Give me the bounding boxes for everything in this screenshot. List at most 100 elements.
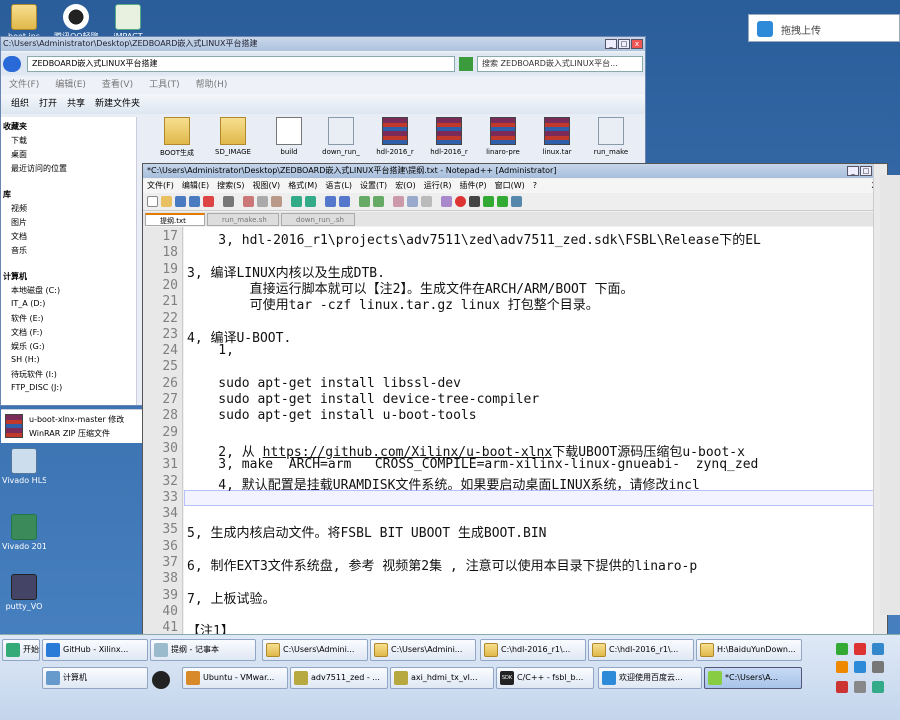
nav-downloads[interactable]: 下载 xyxy=(11,135,27,146)
file-item[interactable]: down_run_ xyxy=(315,117,367,156)
tray-icon-8[interactable] xyxy=(854,681,866,693)
nav-documents[interactable]: 文档 xyxy=(11,231,27,242)
save-icon[interactable] xyxy=(175,196,186,207)
close-button[interactable]: x xyxy=(631,39,643,49)
desktop-icon-vivado[interactable]: Vivado 2015. xyxy=(2,514,46,551)
file-item[interactable]: BOOT生成 xyxy=(151,117,203,158)
menu-file[interactable]: 文件(F) xyxy=(9,80,39,90)
cut-icon[interactable] xyxy=(243,196,254,207)
macro-icon[interactable] xyxy=(441,196,452,207)
menu-item[interactable]: 搜索(S) xyxy=(217,181,244,190)
nav-drive-e[interactable]: 软件 (E:) xyxy=(11,313,44,324)
refresh-icon[interactable] xyxy=(459,57,473,71)
menu-item[interactable]: 设置(T) xyxy=(360,181,387,190)
copy-icon[interactable] xyxy=(257,196,268,207)
menu-item[interactable]: 格式(M) xyxy=(288,181,317,190)
file-item[interactable]: SD_IMAGE xyxy=(207,117,259,156)
find-icon[interactable] xyxy=(325,196,336,207)
task-baidu[interactable]: 欢迎使用百度云... xyxy=(598,667,702,689)
zoom-out-icon[interactable] xyxy=(373,196,384,207)
qq-tray-icon[interactable] xyxy=(152,671,170,689)
paste-icon[interactable] xyxy=(271,196,282,207)
save-all-icon[interactable] xyxy=(189,196,200,207)
tray-icon-5[interactable] xyxy=(854,661,866,673)
nav-computer[interactable]: 计算机 xyxy=(3,271,27,282)
menu-edit[interactable]: 编辑(E) xyxy=(55,80,86,90)
wrap-icon[interactable] xyxy=(407,196,418,207)
organize-button[interactable]: 组织 xyxy=(11,99,29,109)
nav-recent[interactable]: 最近访问的位置 xyxy=(11,163,67,174)
close-file-icon[interactable] xyxy=(203,196,214,207)
save-macro-icon[interactable] xyxy=(511,196,522,207)
menu-tools[interactable]: 工具(T) xyxy=(149,80,180,90)
replace-icon[interactable] xyxy=(339,196,350,207)
menu-help[interactable]: 帮助(H) xyxy=(196,80,228,90)
task-computer[interactable]: 计算机 xyxy=(42,667,148,689)
maximize-button[interactable]: □ xyxy=(618,39,630,49)
tab-outline[interactable]: 提纲.txt xyxy=(145,213,205,226)
menu-item[interactable]: 宏(O) xyxy=(395,181,416,190)
nav-drive-d[interactable]: IT_A (D:) xyxy=(11,299,45,308)
nav-drive-c[interactable]: 本地磁盘 (C:) xyxy=(11,285,60,296)
desktop-icon-putty[interactable]: putty_VO xyxy=(2,574,46,611)
nav-favorites[interactable]: 收藏夹 xyxy=(3,121,27,132)
nav-music[interactable]: 音乐 xyxy=(11,245,27,256)
address-input[interactable]: ZEDBOARD嵌入式LINUX平台搭建 xyxy=(27,56,455,72)
new-file-icon[interactable] xyxy=(147,196,158,207)
task-vivado[interactable]: adv7511_zed - ... xyxy=(290,667,388,689)
menu-item[interactable]: 运行(R) xyxy=(424,181,452,190)
menu-item[interactable]: ? xyxy=(533,181,537,190)
open-button[interactable]: 打开 xyxy=(39,99,57,109)
nav-drive-j[interactable]: FTP_DISC (J:) xyxy=(11,383,62,392)
task-explorer-1[interactable]: C:\Users\Admini... xyxy=(262,639,368,661)
play-multiple-icon[interactable] xyxy=(497,196,508,207)
file-item[interactable]: hdl-2016_r xyxy=(423,117,475,156)
tray-icon-9[interactable] xyxy=(872,681,884,693)
stop-icon[interactable] xyxy=(469,196,480,207)
start-button[interactable]: 开始 xyxy=(2,639,40,661)
editor-area[interactable]: 3, hdl-2016_r1\projects\adv7511\zed\adv7… xyxy=(184,227,874,636)
task-explorer-3[interactable]: C:\hdl-2016_r1\... xyxy=(480,639,586,661)
task-vmware[interactable]: Ubuntu - VMwar... xyxy=(182,667,288,689)
nav-drive-i[interactable]: 待玩软件 (I:) xyxy=(11,369,57,380)
tray-icon-2[interactable] xyxy=(854,643,866,655)
indent-guide-icon[interactable] xyxy=(421,196,432,207)
record-icon[interactable] xyxy=(455,196,466,207)
open-file-icon[interactable] xyxy=(161,196,172,207)
task-github[interactable]: GitHub - Xilinx... xyxy=(42,639,148,661)
file-item[interactable]: linaro-pre xyxy=(477,117,529,156)
nav-desktop[interactable]: 桌面 xyxy=(11,149,27,160)
nav-libraries[interactable]: 库 xyxy=(3,189,11,200)
file-item[interactable]: linux.tar xyxy=(531,117,583,156)
file-item[interactable]: hdl-2016_r xyxy=(369,117,421,156)
play-icon[interactable] xyxy=(483,196,494,207)
desktop-icon-vivado-hls[interactable]: Vivado HLS 2015. xyxy=(2,448,46,485)
tray-icon-3[interactable] xyxy=(872,643,884,655)
redo-icon[interactable] xyxy=(305,196,316,207)
undo-icon[interactable] xyxy=(291,196,302,207)
nav-drive-h[interactable]: SH (H:) xyxy=(11,355,40,364)
task-explorer-2[interactable]: C:\Users\Admini... xyxy=(370,639,476,661)
zoom-in-icon[interactable] xyxy=(359,196,370,207)
menu-item[interactable]: 语言(L) xyxy=(325,181,352,190)
task-sdk[interactable]: SDK C/C++ - fsbl_b... xyxy=(496,667,594,689)
tray-icon-7[interactable] xyxy=(836,681,848,693)
task-notepadpp[interactable]: *C:\Users\A... xyxy=(704,667,802,689)
share-button[interactable]: 共享 xyxy=(67,99,85,109)
nav-pictures[interactable]: 图片 xyxy=(11,217,27,228)
task-explorer-4[interactable]: C:\hdl-2016_r1\... xyxy=(588,639,694,661)
task-explorer-5[interactable]: H:\BaiduYunDown... xyxy=(696,639,802,661)
tray-icon-1[interactable] xyxy=(836,643,848,655)
new-folder-button[interactable]: 新建文件夹 xyxy=(95,99,140,109)
search-input[interactable]: 搜索 ZEDBOARD嵌入式LINUX平台... xyxy=(477,56,643,72)
nav-drive-g[interactable]: 娱乐 (G:) xyxy=(11,341,45,352)
menu-item[interactable]: 窗口(W) xyxy=(495,181,525,190)
back-icon[interactable] xyxy=(3,56,21,72)
menu-item[interactable]: 插件(P) xyxy=(460,181,487,190)
menu-item[interactable]: 文件(F) xyxy=(147,181,174,190)
file-item[interactable]: run_make xyxy=(585,117,637,156)
task-notepad[interactable]: 提纲 - 记事本 xyxy=(150,639,256,661)
file-item[interactable]: build xyxy=(263,117,315,156)
tray-icon-4[interactable] xyxy=(836,661,848,673)
upload-panel[interactable]: 拖拽上传 xyxy=(748,14,900,42)
